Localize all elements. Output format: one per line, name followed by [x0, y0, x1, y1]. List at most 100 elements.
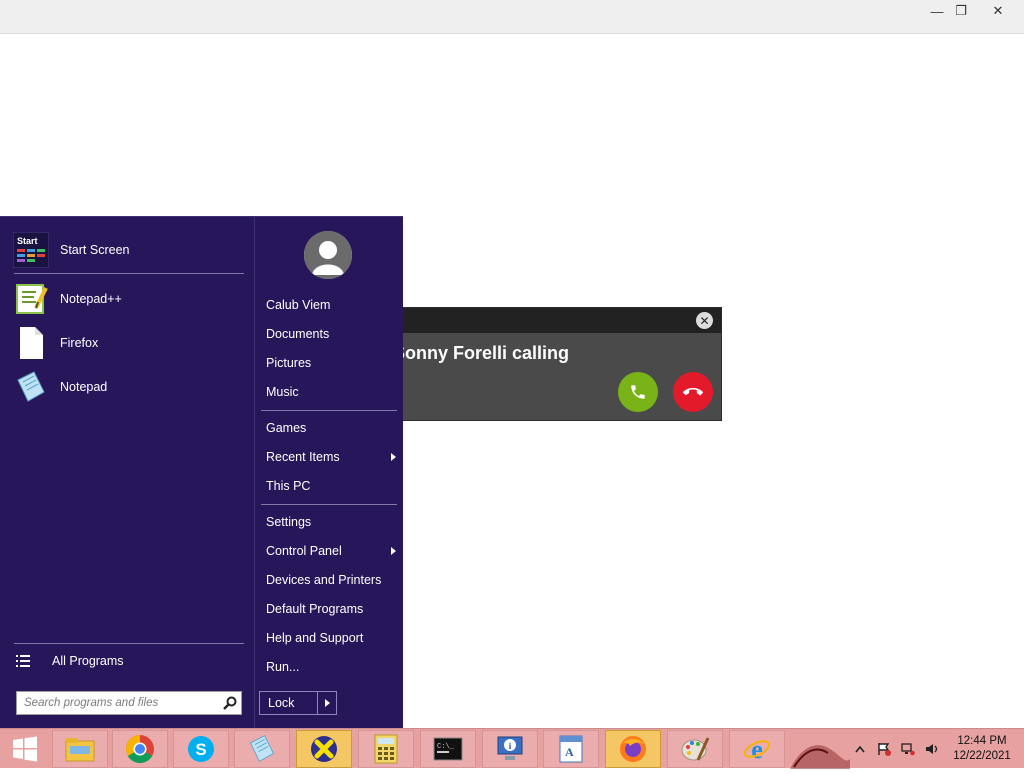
notepad-icon [249, 735, 275, 762]
skype-icon: S [188, 736, 214, 762]
taskbar-paint[interactable] [667, 730, 723, 768]
taskbar-wallpaper-decoration [790, 729, 850, 769]
menu-item-default-programs[interactable]: Default Programs [266, 598, 398, 620]
clock-date: 12/22/2021 [953, 750, 1011, 762]
search-box [16, 691, 242, 715]
start-screen-icon: Start [12, 231, 50, 269]
svg-text:S: S [195, 740, 206, 759]
separator [14, 643, 244, 644]
phone-icon [631, 385, 645, 399]
taskbar-file-explorer[interactable] [52, 730, 108, 768]
decline-call-button[interactable] [673, 372, 713, 412]
search-input[interactable] [24, 697, 219, 709]
taskbar-calculator[interactable] [358, 730, 414, 768]
menu-item-label: Devices and Printers [266, 573, 382, 587]
accept-call-button[interactable] [618, 372, 658, 412]
menu-item-label: Documents [266, 327, 330, 341]
caller-text: Sonny Forelli calling [393, 343, 570, 363]
program-label: Notepad [60, 380, 108, 394]
volume-icon[interactable] [925, 742, 939, 756]
menu-item-music[interactable]: Music [266, 381, 398, 403]
lock-button-group: Lock [259, 691, 337, 715]
svg-text:A: A [565, 745, 574, 759]
menu-item-user-folder[interactable]: Calub Viem [266, 294, 398, 316]
taskbar-internet-explorer[interactable]: e [729, 730, 785, 768]
program-firefox[interactable]: Firefox [12, 323, 248, 363]
window-title-bar: — ❐ ✕ [0, 0, 1024, 34]
wordpad-icon: A [559, 735, 583, 763]
menu-item-label: This PC [266, 479, 311, 493]
system-info-icon: i [497, 736, 523, 760]
separator [261, 504, 397, 505]
restore-icon: ❐ [955, 3, 967, 18]
program-notepad[interactable]: Notepad [12, 367, 248, 407]
menu-item-games[interactable]: Games [266, 417, 398, 439]
taskbar-notepad[interactable] [234, 730, 290, 768]
svg-text:C:\_: C:\_ [437, 743, 455, 751]
start-menu: Start Start Screen Notepad++ Firefox Not… [0, 216, 403, 728]
arrow-right-icon [324, 699, 330, 707]
taskbar-wordpad[interactable]: A [543, 730, 599, 768]
menu-item-label: Games [266, 421, 307, 435]
start-button[interactable] [0, 729, 50, 769]
action-center-icon[interactable] [877, 742, 891, 756]
submenu-arrow-icon [391, 453, 396, 461]
menu-item-label: Settings [266, 515, 312, 529]
close-icon: ✕ [992, 3, 1004, 18]
notepad-plus-plus-icon [12, 280, 50, 318]
program-start-screen[interactable]: Start Start Screen [12, 230, 248, 270]
calculator-icon [374, 734, 398, 764]
menu-item-settings[interactable]: Settings [266, 511, 398, 533]
taskbar-xbox[interactable] [296, 730, 352, 768]
power-options-button[interactable] [317, 692, 336, 714]
network-monitor-icon [901, 743, 915, 756]
menu-item-documents[interactable]: Documents [266, 323, 398, 345]
blank-document-icon [12, 324, 50, 362]
paint-icon [681, 737, 710, 761]
menu-item-label: Pictures [266, 356, 312, 370]
hang-up-icon [683, 387, 703, 396]
close-window-button[interactable]: ✕ [980, 0, 1016, 22]
menu-item-recent-items[interactable]: Recent Items [266, 446, 398, 468]
taskbar-skype[interactable]: S [173, 730, 229, 768]
windows-logo-icon [13, 736, 37, 762]
menu-item-label: Control Panel [266, 544, 342, 558]
separator [261, 410, 397, 411]
all-programs-button[interactable]: All Programs [16, 650, 246, 672]
submenu-arrow-icon [391, 547, 396, 555]
menu-item-control-panel[interactable]: Control Panel [266, 540, 398, 562]
svg-text:e: e [751, 735, 763, 764]
program-label: Firefox [60, 336, 99, 350]
clock[interactable]: 12:44 PM 12/22/2021 [944, 729, 1020, 769]
flag-icon [878, 743, 891, 756]
menu-item-help-support[interactable]: Help and Support [266, 627, 398, 649]
taskbar-chrome[interactable] [112, 730, 168, 768]
menu-item-devices-printers[interactable]: Devices and Printers [266, 569, 398, 591]
start-menu-places-pane: Calub Viem Documents Pictures Music Game… [254, 217, 403, 728]
menu-item-pictures[interactable]: Pictures [266, 352, 398, 374]
svg-text:Start: Start [17, 236, 38, 246]
chevron-up-icon [855, 745, 865, 753]
chrome-icon [126, 735, 154, 763]
menu-item-label: Help and Support [266, 631, 364, 645]
taskbar-system-info[interactable]: i [482, 730, 538, 768]
taskbar-firefox[interactable] [605, 730, 661, 768]
user-icon [304, 231, 352, 279]
program-notepad-plus-plus[interactable]: Notepad++ [12, 279, 248, 319]
taskbar-command-prompt[interactable]: C:\_ [420, 730, 476, 768]
call-close-button[interactable]: ✕ [696, 312, 713, 329]
menu-item-this-pc[interactable]: This PC [266, 475, 398, 497]
show-hidden-icons-button[interactable] [853, 742, 867, 756]
xbox-icon [311, 736, 337, 762]
menu-item-label: Run... [266, 660, 300, 674]
lock-button[interactable]: Lock [260, 696, 317, 710]
menu-item-run[interactable]: Run... [266, 656, 398, 678]
network-icon[interactable] [901, 742, 915, 756]
restore-button[interactable]: ❐ [944, 0, 978, 22]
all-programs-label: All Programs [52, 654, 124, 668]
user-avatar[interactable] [304, 231, 352, 279]
search-icon[interactable] [219, 692, 241, 714]
command-prompt-icon: C:\_ [433, 737, 463, 761]
list-icon [16, 655, 30, 667]
menu-item-label: Music [266, 385, 299, 399]
